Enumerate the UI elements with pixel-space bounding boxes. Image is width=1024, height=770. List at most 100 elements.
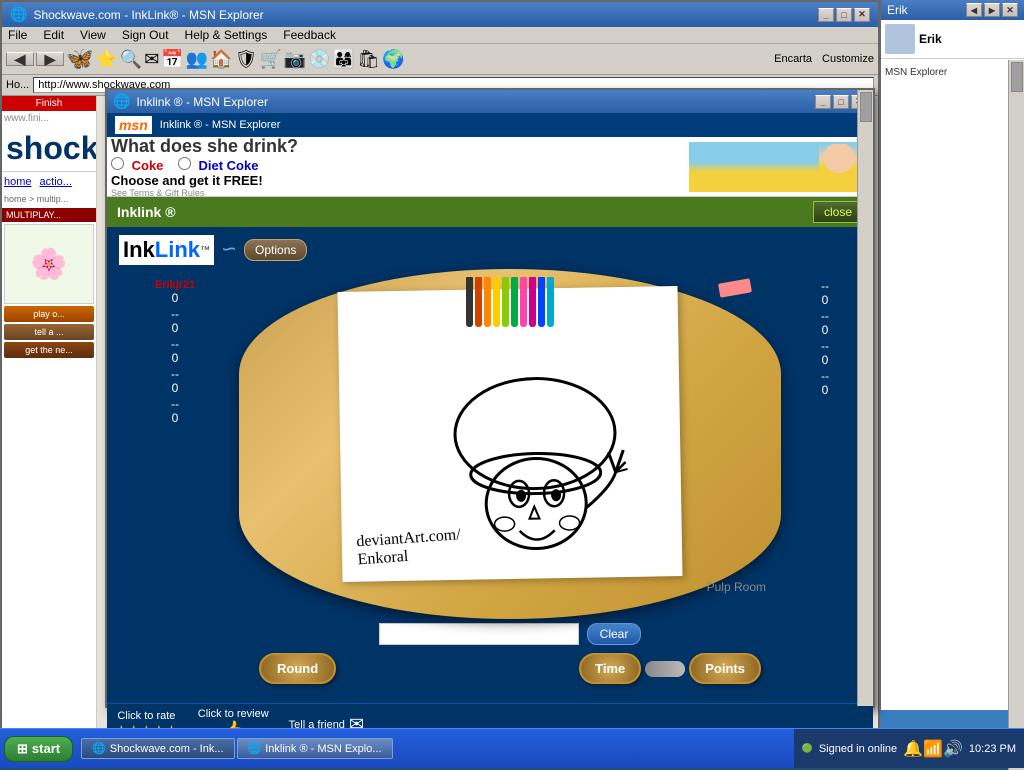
time-slider[interactable] [645, 661, 685, 677]
taskbar-clock: 10:23 PM [969, 743, 1016, 755]
popup-minimize-button[interactable]: _ [815, 95, 831, 109]
ad-cta[interactable]: Choose and get it FREE! [111, 173, 689, 188]
player-r2: -- 0 [785, 309, 865, 337]
player-1: Erikjr21 0 [115, 279, 235, 305]
drawing-text: deviantArt.com/Enkoral [356, 526, 463, 569]
game-controls: Round Time Points [239, 649, 781, 688]
customize-btn[interactable]: Customize [822, 53, 874, 65]
close-button-main[interactable]: ✕ [854, 8, 870, 22]
msn-panel-back[interactable]: ◀ [966, 3, 982, 17]
taskbar-item-1[interactable]: 🌐 Shockwave.com - Ink... [81, 738, 234, 759]
link-text: Link [155, 237, 200, 263]
msn-panel-scrollbar[interactable] [1008, 60, 1024, 770]
calendar-icon[interactable]: 📅 [161, 49, 183, 70]
pencil-pink [520, 277, 527, 327]
main-title-text: Shockwave.com - InkLink® - MSN Explorer [33, 8, 263, 22]
time-points-controls: Time Points [579, 653, 761, 684]
msn-user-info: Erik [881, 20, 1024, 59]
address-label: Ho... [6, 79, 29, 91]
camera-icon[interactable]: 📷 [284, 49, 306, 70]
inklink-swirl-icon: ~ [222, 236, 236, 264]
back-button[interactable]: ◀ [6, 52, 34, 66]
ad-option2-radio[interactable] [178, 157, 191, 170]
menu-signout[interactable]: Sign Out [122, 28, 169, 42]
menu-feedback[interactable]: Feedback [283, 28, 336, 42]
msn-top-banner: msn Inklink ® - MSN Explorer [107, 113, 873, 137]
search-icon[interactable]: 🔍 [120, 49, 142, 70]
sidebar-nav-home[interactable]: home [4, 176, 32, 188]
msn-scrollbar-thumb[interactable] [1011, 62, 1023, 92]
taskbar-item-2[interactable]: 🌐 Inklink ® - MSN Explo... [237, 738, 393, 759]
game-board: Erikjr21 0 -- 0 -- 0 -- 0 [111, 269, 869, 688]
msn-panel-forward[interactable]: ▶ [984, 3, 1000, 17]
home-icon[interactable]: 🏠 [210, 49, 232, 70]
scores-left: Erikjr21 0 -- 0 -- 0 -- 0 [115, 269, 235, 688]
menu-file[interactable]: File [8, 28, 27, 42]
drawing-area[interactable]: deviantArt.com/ Enkoral deviantArt.com/E… [239, 269, 781, 688]
globe-icon[interactable]: 🌍 [382, 49, 404, 70]
round-button[interactable]: Round [259, 653, 336, 684]
player-5-dash: -- [171, 397, 179, 411]
game-thumbnail: 🌸 [4, 224, 94, 304]
popup-title-bar: 🌐 Inklink ® - MSN Explorer _ □ ✕ [107, 90, 873, 113]
desktop: 🌐 Shockwave.com - InkLink® - MSN Explore… [0, 0, 1024, 768]
inklink-logo: InkLink™ [119, 235, 214, 265]
inklink-header-bar: Inklink ® close [107, 197, 873, 227]
inklink-page-title: Inklink ® [117, 204, 176, 220]
menu-edit[interactable]: Edit [43, 28, 64, 42]
forward-button[interactable]: ▶ [36, 52, 64, 66]
mail-icon[interactable]: ✉ [144, 49, 159, 70]
disc-icon[interactable]: 💿 [308, 49, 330, 70]
player-r1-score: 0 [822, 293, 829, 307]
msn-panel-description: MSN Explorer [885, 63, 1020, 82]
security-icon[interactable]: 🛡 [235, 49, 258, 70]
maximize-button[interactable]: □ [836, 8, 852, 22]
tell-button[interactable]: tell a ... [4, 324, 94, 340]
people-icon[interactable]: 👥 [186, 49, 208, 70]
click-to-rate-label: Click to rate [117, 710, 175, 722]
browser-icon-2: 🌐 [248, 742, 262, 755]
clear-button[interactable]: Clear [587, 623, 642, 645]
points-button[interactable]: Points [689, 653, 761, 684]
pencil-yellow [493, 277, 500, 327]
ad-option1-radio[interactable] [111, 157, 124, 170]
start-button[interactable]: ⊞ start [4, 736, 73, 762]
game-area: InkLink™ ~ Options Erikjr21 0 -- 0 [107, 227, 873, 703]
bag-icon[interactable]: 🛍 [357, 49, 380, 70]
tm-text: ™ [200, 245, 210, 256]
msn-avatar [885, 24, 915, 54]
play-button[interactable]: play o... [4, 306, 94, 322]
ad-banner[interactable]: What does she drink? Coke Diet Coke Choo… [107, 137, 873, 197]
ie-toolbar: ◀ ▶ 🦋 ⭐ 🔍 ✉ 📅 👥 🏠 🛡 🛒 📷 💿 👨‍👩‍👧 🛍 🌍 Enca… [2, 44, 878, 75]
shockwave-sidebar: Finish www.fini... shock home actio... h… [2, 96, 97, 732]
player-3: -- 0 [115, 337, 235, 365]
drawing-paper[interactable]: deviantArt.com/ Enkoral deviantArt.com/E… [337, 286, 682, 582]
ad-options: Coke Diet Coke [111, 157, 689, 173]
msn-panel-close[interactable]: ✕ [1002, 3, 1018, 17]
pencil-magenta [529, 277, 536, 327]
menu-help[interactable]: Help & Settings [185, 28, 268, 42]
menu-view[interactable]: View [80, 28, 106, 42]
popup-restore-button[interactable]: □ [833, 95, 849, 109]
inklink-logo-row: InkLink™ ~ Options [111, 231, 869, 269]
ad-fine-print: See Terms & Gift Rules [111, 188, 689, 198]
options-button[interactable]: Options [244, 239, 307, 261]
favorites-icon[interactable]: ⭐ [95, 49, 117, 70]
inklink-close-button[interactable]: close [813, 201, 863, 223]
popup-scrollbar-thumb[interactable] [860, 92, 872, 122]
popup-scrollbar[interactable] [857, 90, 873, 706]
click-to-review-label: Click to review [198, 708, 269, 720]
msn-logo: msn [115, 116, 152, 134]
encarta-btn[interactable]: Encarta [774, 53, 812, 65]
shopping-icon[interactable]: 🛒 [259, 49, 281, 70]
ad-image [689, 142, 869, 192]
news-button[interactable]: get the ne... [4, 342, 94, 358]
time-button[interactable]: Time [579, 653, 641, 684]
player-4-score: 0 [172, 381, 179, 395]
guess-input-field[interactable] [379, 623, 579, 645]
sidebar-nav-action[interactable]: actio... [40, 176, 72, 188]
minimize-button[interactable]: _ [818, 8, 834, 22]
player-3-dash: -- [171, 337, 179, 351]
users-icon[interactable]: 👨‍👩‍👧 [333, 49, 355, 70]
multiplayer-label: MULTIPLAY... [2, 208, 96, 222]
